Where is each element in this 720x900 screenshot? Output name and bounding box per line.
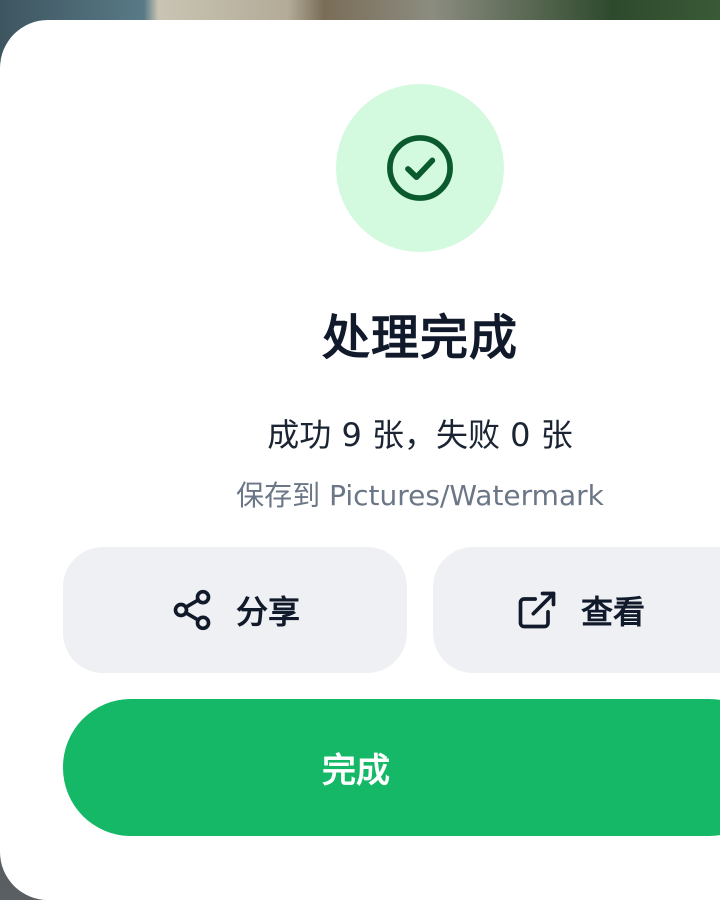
done-button-label: 完成	[322, 751, 390, 791]
external-link-icon	[518, 591, 556, 629]
screen: 处理完成 成功 9 张，失败 0 张 保存到 Pictures/Watermar…	[0, 0, 720, 900]
view-button[interactable]: 查看	[433, 547, 720, 673]
share-button[interactable]: 分享	[63, 547, 407, 673]
success-badge	[336, 84, 504, 252]
done-button[interactable]: 完成	[63, 699, 720, 836]
save-path: 保存到 Pictures/Watermark	[236, 479, 604, 512]
result-summary: 成功 9 张，失败 0 张	[267, 416, 573, 454]
check-circle-icon	[387, 135, 453, 201]
dialog-title: 处理完成	[321, 310, 518, 366]
completion-dialog: 处理完成 成功 9 张，失败 0 张 保存到 Pictures/Watermar…	[0, 20, 720, 900]
view-button-label: 查看	[580, 593, 645, 631]
share-button-label: 分享	[235, 593, 300, 631]
share-icon	[173, 589, 211, 631]
